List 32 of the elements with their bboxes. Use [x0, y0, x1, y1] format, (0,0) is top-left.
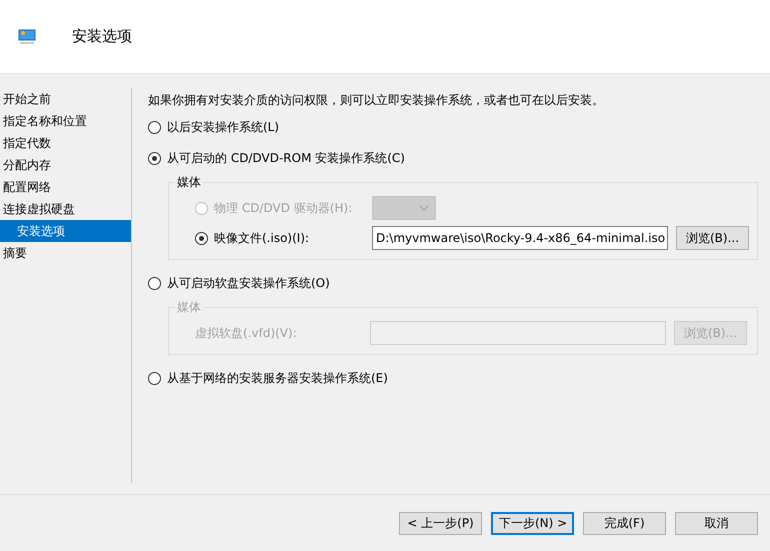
- step-item[interactable]: 连接虚拟硬盘: [0, 198, 132, 220]
- option-label: 从基于网络的安装服务器安装操作系统(E): [167, 370, 388, 387]
- wizard-button[interactable]: 完成(F): [583, 512, 666, 534]
- intro-text: 如果你拥有对安装介质的访问权限，则可以立即安装操作系统，或者也可在以后安装。: [148, 92, 605, 109]
- step-item[interactable]: 分配内存: [0, 154, 132, 176]
- option-label: 映像文件(.iso)(I):: [214, 230, 310, 246]
- radio-button[interactable]: [148, 152, 161, 165]
- chevron-down-icon: [419, 205, 429, 211]
- radio-button[interactable]: [148, 277, 161, 290]
- option-label: 以后安装操作系统(L): [167, 119, 280, 136]
- group-title: 媒体: [175, 299, 203, 316]
- step-item[interactable]: 开始之前: [0, 88, 132, 110]
- radio-button[interactable]: [148, 372, 161, 385]
- wizard-button[interactable]: 取消: [675, 512, 758, 534]
- option-label: 从可启动软盘安装操作系统(O): [167, 275, 330, 292]
- field-label: 虚拟软盘(.vfd)(V):: [195, 324, 298, 342]
- monitor-icon: [18, 28, 36, 44]
- step-item[interactable]: 指定代数: [0, 132, 132, 154]
- option-label: 从可启动的 CD/DVD-ROM 安装操作系统(C): [167, 150, 405, 167]
- step-item[interactable]: 指定名称和位置: [0, 110, 132, 132]
- radio-button[interactable]: [195, 232, 208, 244]
- radio-button[interactable]: [148, 121, 161, 134]
- wizard-button[interactable]: 下一步(N) >: [491, 512, 574, 534]
- page-title: 安装选项: [72, 27, 132, 46]
- option-label: 物理 CD/DVD 驱动器(H):: [214, 200, 354, 216]
- group-title: 媒体: [175, 174, 203, 191]
- wizard-button[interactable]: < 上一步(P): [399, 512, 482, 534]
- step-item[interactable]: 配置网络: [0, 176, 132, 198]
- step-item[interactable]: 安装选项: [0, 220, 132, 242]
- path-field[interactable]: D:\myvmware\iso\Rocky-9.4-x86_64-minimal.iso: [372, 226, 668, 250]
- browse-button[interactable]: 浏览(B)...: [676, 226, 749, 250]
- step-item[interactable]: 摘要: [0, 242, 132, 264]
